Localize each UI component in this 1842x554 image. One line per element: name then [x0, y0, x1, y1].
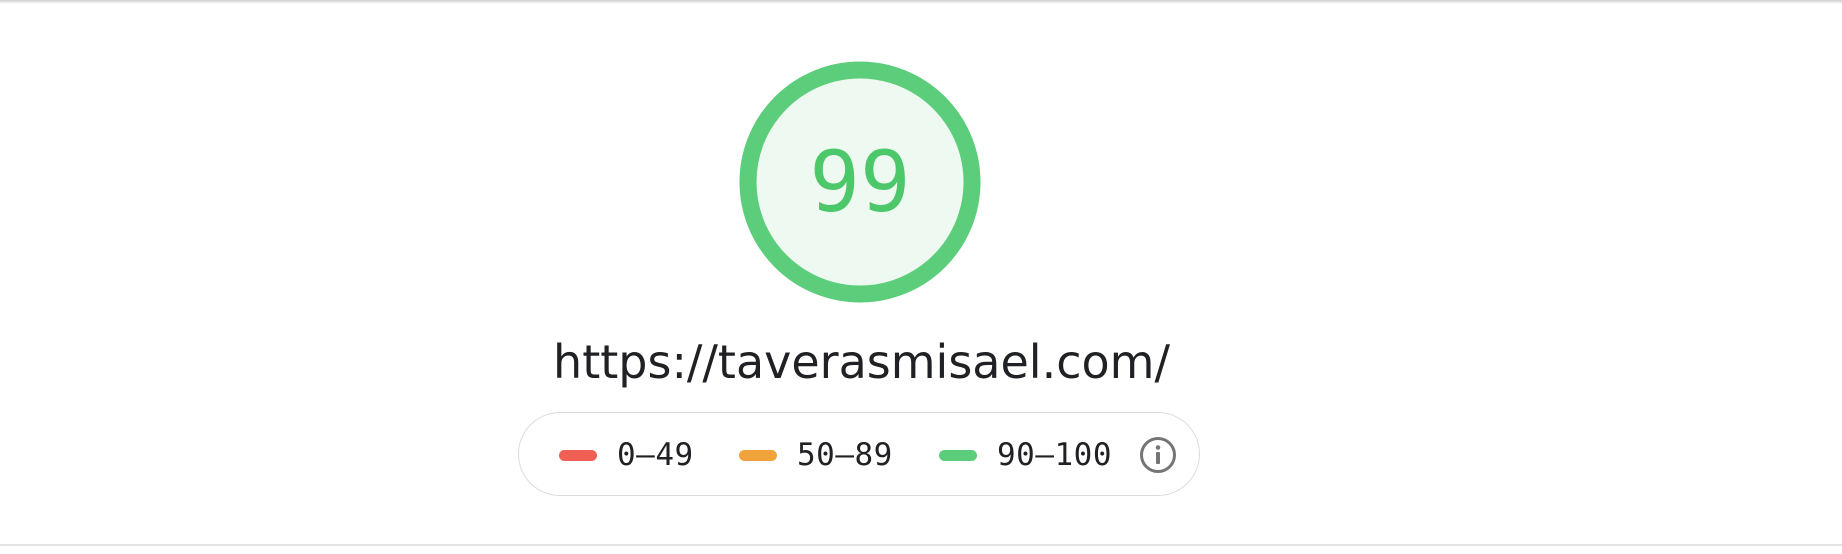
legend-item-fail: 0–49 [559, 413, 694, 497]
score-value: 99 [809, 133, 911, 231]
legend-item-pass: 90–100 [939, 413, 1112, 497]
legend-label-pass: 90–100 [997, 437, 1112, 473]
bottom-divider [0, 544, 1842, 546]
score-legend: 0–49 50–89 90–100 [518, 412, 1200, 496]
legend-item-average: 50–89 [739, 413, 893, 497]
legend-label-average: 50–89 [797, 437, 893, 473]
legend-swatch-average [739, 449, 777, 461]
info-icon[interactable] [1139, 436, 1177, 474]
legend-swatch-pass [939, 449, 977, 461]
info-icon-glyph [1140, 437, 1176, 473]
report-url: https://taverasmisael.com/ [553, 335, 1170, 389]
legend-label-fail: 0–49 [617, 437, 694, 473]
top-shadow [0, 0, 1842, 4]
report-page: 99 https://taverasmisael.com/ 0–49 50–89… [0, 0, 1842, 554]
score-gauge: 99 [736, 58, 984, 306]
legend-swatch-fail [559, 449, 597, 461]
